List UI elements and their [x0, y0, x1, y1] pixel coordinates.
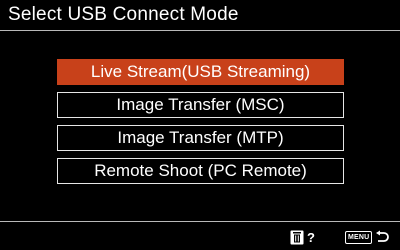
menu-item-remote-shoot[interactable]: Remote Shoot (PC Remote)	[57, 158, 344, 184]
help-button[interactable]: ?	[290, 228, 315, 246]
footer-divider	[0, 221, 400, 222]
menu-item-image-transfer-msc[interactable]: Image Transfer (MSC)	[57, 92, 344, 118]
menu-badge: MENU	[345, 230, 373, 244]
menu-item-image-transfer-mtp[interactable]: Image Transfer (MTP)	[57, 125, 344, 151]
header-divider	[0, 30, 400, 31]
help-mark: ?	[307, 229, 315, 245]
menu-item-live-stream[interactable]: Live Stream(USB Streaming)	[57, 59, 344, 85]
usb-mode-menu: Live Stream(USB Streaming) Image Transfe…	[57, 59, 344, 191]
return-arrow-icon	[376, 230, 390, 242]
back-button[interactable]: MENU	[345, 228, 390, 246]
trash-icon	[290, 230, 304, 244]
page-title: Select USB Connect Mode	[8, 4, 239, 25]
